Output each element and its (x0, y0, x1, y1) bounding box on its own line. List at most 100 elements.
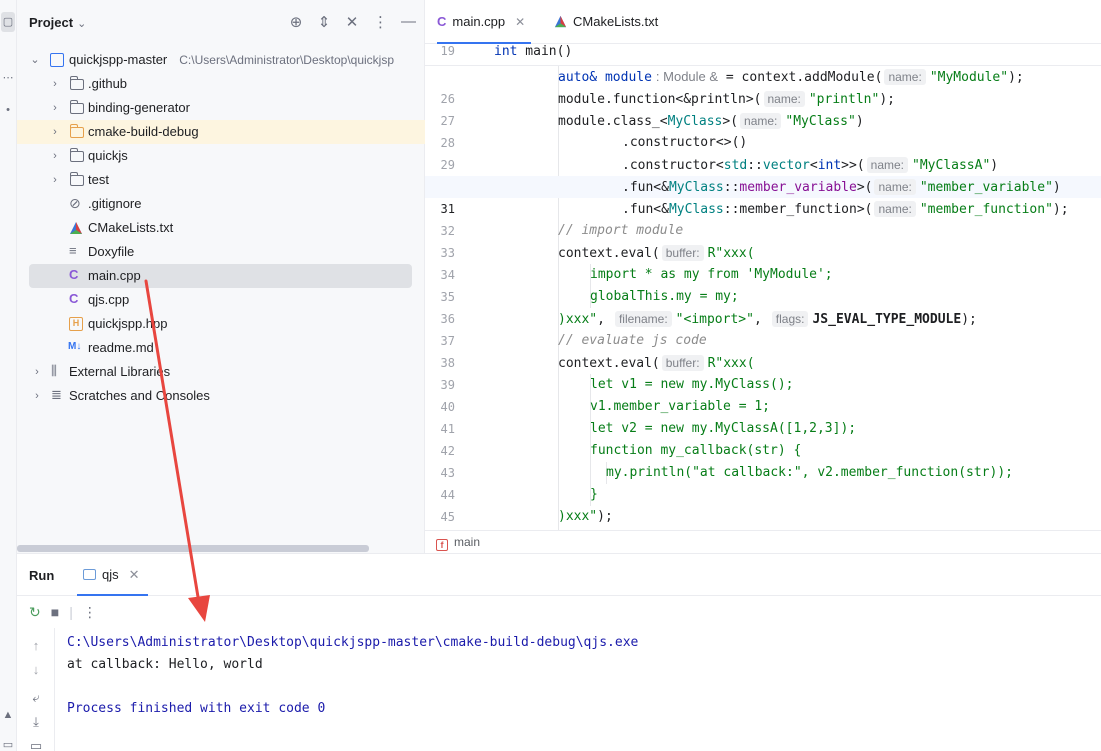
tree-item-label: main.cpp (88, 268, 141, 283)
chevron-right-icon[interactable]: › (49, 168, 61, 192)
tree-row-scratches[interactable]: › ≣ Scratches and Consoles (17, 384, 425, 408)
run-side-toolbar: ↑ ↓ ⤶ ⤓ ▭ (17, 628, 55, 751)
chevron-right-icon[interactable]: › (31, 384, 43, 408)
code-token: "member_variable" (919, 180, 1053, 195)
code-line[interactable]: 40 let v1 = new my.MyClass(); (425, 374, 1101, 414)
tree-row-doxyfile[interactable]: ≡ Doxyfile (17, 240, 425, 264)
tab-label: main.cpp (452, 14, 506, 29)
code-line[interactable]: 30 .constructor<std::vector<int>>(name:"… (425, 154, 1101, 194)
code-line[interactable]: 41 v1.member_variable = 1; (425, 396, 1101, 436)
code-line[interactable]: 36 globalThis.my = my; (425, 286, 1101, 326)
code-line[interactable]: 32 .fun<&MyClass::member_function>(name:… (425, 198, 1101, 238)
tree-row-quickjspp-hpp[interactable]: H quickjspp.hpp (17, 312, 425, 336)
tree-row-test[interactable]: › test (17, 168, 425, 192)
chevron-right-icon[interactable]: › (49, 96, 61, 120)
tree-row-binding-generator[interactable]: › binding-generator (17, 96, 425, 120)
collapse-all-icon[interactable]: ✕ (345, 13, 359, 31)
tree-item-label: .gitignore (88, 196, 142, 211)
scrollbar-thumb[interactable] (17, 545, 369, 552)
code-token: member_variable (739, 180, 857, 195)
code-line[interactable]: 26 auto& module: Module & = context.addM… (425, 66, 1101, 106)
code-token: .fun<& (622, 180, 669, 195)
close-icon[interactable]: ✕ (129, 567, 140, 582)
param-hint: buffer: (661, 355, 704, 371)
tab-main-cpp[interactable]: Cmain.cpp ✕ (437, 0, 532, 44)
console-output[interactable]: C:\Users\Administrator\Desktop\quickjspp… (67, 632, 638, 720)
library-icon: ⫼ (51, 363, 57, 378)
tree-row-cmakelists[interactable]: CMakeLists.txt (17, 216, 425, 240)
structure-tool-icon[interactable]: ⋯ (1, 68, 15, 88)
code-token: >( (856, 180, 873, 195)
print-icon[interactable]: ▭ (29, 738, 43, 751)
code-line[interactable]: 44 my.println("at callback:", v2.member_… (425, 462, 1101, 502)
tool-window-strip: ▢ ⋯ • ▲ ▭ (0, 0, 17, 751)
ignore-file-icon: ⊘ (69, 195, 81, 211)
chevron-down-icon[interactable]: ⌄ (29, 48, 41, 72)
tree-row-root[interactable]: ⌄ quickjspp-master C:\Users\Administrator… (17, 48, 425, 72)
project-panel-title[interactable]: Project ⌄ (29, 15, 86, 30)
tab-cmakelists[interactable]: CMakeLists.txt (554, 0, 658, 44)
code-token: JS_EVAL_TYPE_MODULE (812, 312, 962, 327)
code-token: :: (747, 158, 763, 173)
code-line[interactable]: 46 )xxx"); (425, 506, 1101, 528)
tree-row-cmake-build-debug[interactable]: › cmake-build-debug (17, 120, 425, 144)
chevron-right-icon[interactable]: › (49, 144, 61, 168)
options-icon[interactable]: ⋮ (373, 13, 388, 31)
tree-row-qjs-cpp[interactable]: C qjs.cpp (17, 288, 425, 312)
tree-row-quickjs[interactable]: › quickjs (17, 144, 425, 168)
code-line-current[interactable]: 31 .fun<&MyClass::member_variable>(name:… (425, 176, 1101, 216)
code-line[interactable]: 42 let v2 = new my.MyClassA([1,2,3]); (425, 418, 1101, 458)
hide-panel-icon[interactable]: — (401, 13, 416, 31)
locate-icon[interactable]: ⊕ (289, 13, 303, 31)
tree-row-external-libraries[interactable]: › ⫼ External Libraries (17, 360, 425, 384)
expand-all-icon[interactable]: ⇕ (317, 13, 331, 31)
code-line[interactable]: 35 import * as my from 'MyModule'; (425, 264, 1101, 304)
code-token: ) (990, 158, 999, 173)
function-icon: f (436, 539, 448, 551)
tree-row-readme[interactable]: M↓ readme.md (17, 336, 425, 360)
console-line: C:\Users\Administrator\Desktop\quickjspp… (67, 635, 639, 650)
rerun-icon[interactable]: ↻ (29, 604, 41, 621)
sticky-header-line[interactable]: 19 int main() (425, 44, 1101, 66)
soft-wrap-icon[interactable]: ⤶ (29, 690, 43, 706)
scroll-to-end-icon[interactable]: ⤓ (29, 714, 43, 730)
run-tab-qjs[interactable]: qjs ✕ (77, 554, 148, 596)
breadcrumb-label[interactable]: main (454, 535, 480, 549)
breadcrumb[interactable]: f main (425, 530, 1101, 553)
chevron-right-icon[interactable]: › (31, 360, 43, 384)
scroll-up-icon[interactable]: ↑ (29, 638, 43, 653)
project-horizontal-scrollbar[interactable] (17, 543, 425, 553)
code-line[interactable]: 37 )xxx", filename: "<import>", flags: JS_EV… (425, 308, 1101, 348)
tree-row-main-cpp[interactable]: C main.cpp (29, 264, 412, 288)
code-token: int (817, 158, 842, 173)
more-tool-icon[interactable]: • (1, 100, 15, 120)
param-hint: name: (866, 157, 909, 173)
print-tool-icon[interactable]: ▭ (1, 735, 15, 751)
code-line[interactable]: 29 .constructor<>() (425, 132, 1101, 172)
folder-icon (70, 172, 84, 186)
more-options-icon[interactable]: ⋮ (83, 604, 97, 621)
code-line[interactable]: 43 function my_callback(str) { (425, 440, 1101, 480)
code-line[interactable]: 39 context.eval(buffer: R"xxx( (425, 352, 1101, 392)
close-icon[interactable]: ✕ (515, 15, 525, 29)
project-tool-icon[interactable]: ▢ (1, 12, 15, 32)
code-token: let v1 = new my.MyClass(); (590, 377, 794, 392)
code-token: = context.addModule( (718, 70, 883, 85)
code-area[interactable]: 19 int main() 26 auto& module: Module & … (425, 44, 1101, 530)
code-line[interactable]: 45 } (425, 484, 1101, 524)
chevron-right-icon[interactable]: › (49, 72, 61, 96)
tree-row-github[interactable]: › .github (17, 72, 425, 96)
stop-icon[interactable]: ■ (51, 604, 59, 620)
code-token: MyClass (668, 180, 724, 195)
code-line[interactable]: 27 module.function<&println>(name: "print… (425, 88, 1101, 128)
code-line[interactable]: 33 // import module (425, 220, 1101, 260)
tree-row-gitignore[interactable]: ⊘ .gitignore (17, 192, 425, 216)
code-line[interactable]: 28 module.class_<MyClass>(name: "MyClass"… (425, 110, 1101, 150)
scroll-down-icon[interactable]: ↓ (29, 662, 43, 677)
chevron-right-icon[interactable]: › (49, 120, 61, 144)
cpp-file-icon: C (69, 291, 79, 306)
code-line[interactable]: 34 context.eval(buffer: R"xxx( (425, 242, 1101, 282)
warning-tool-icon[interactable]: ▲ (1, 705, 15, 725)
code-line[interactable]: 38 // evaluate js code (425, 330, 1101, 370)
